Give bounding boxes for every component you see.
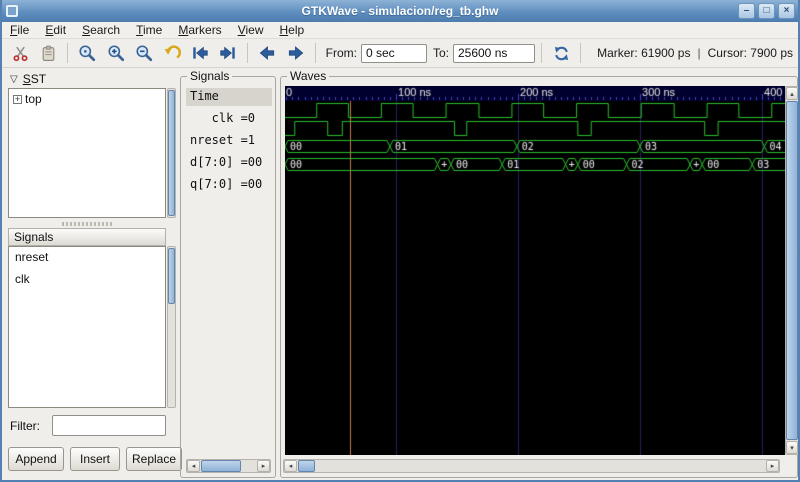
signals-frame-label: Signals [187, 69, 233, 83]
zoom-to-end-icon [220, 46, 235, 60]
paste-icon [42, 45, 55, 61]
signals-horizontal-scrollbar[interactable]: ◂ ▸ [186, 459, 271, 473]
close-button[interactable]: × [778, 3, 795, 19]
menu-help[interactable]: Help [272, 22, 313, 38]
menu-file[interactable]: File [2, 22, 37, 38]
from-label: From: [325, 46, 357, 60]
menu-view[interactable]: View [230, 22, 272, 38]
toolbar-separator [314, 43, 316, 63]
filter-label: Filter: [10, 419, 40, 433]
maximize-button[interactable]: □ [758, 3, 775, 19]
sst-label: SST [22, 72, 47, 86]
marker-status: Marker: 61900 ps [597, 46, 691, 60]
cut-icon [13, 46, 28, 61]
toolbar-separator [580, 43, 582, 63]
scroll-down-icon[interactable]: ▾ [786, 441, 798, 454]
waves-frame-label: Waves [287, 69, 330, 83]
scroll-right-icon[interactable]: ▸ [766, 460, 779, 472]
signals-column-header[interactable]: Signals [8, 228, 166, 246]
append-button[interactable]: Append [8, 447, 64, 471]
reload-button[interactable] [548, 41, 574, 66]
gtkwave-window: GTKWave - simulacion/reg_tb.ghw – □ × Fi… [0, 0, 800, 482]
window-title: GTKWave - simulacion/reg_tb.ghw [301, 4, 499, 18]
signal-item-clk[interactable]: clk [9, 269, 165, 291]
scroll-up-icon[interactable]: ▴ [786, 87, 798, 100]
scroll-left-icon[interactable]: ◂ [284, 460, 297, 472]
toolbar-separator [67, 43, 69, 63]
scrollbar-thumb[interactable] [168, 248, 175, 304]
sst-tree-panel[interactable]: + top [8, 88, 166, 218]
next-edge-icon [288, 46, 303, 60]
zoom-in-icon [108, 45, 124, 62]
waves-vertical-scrollbar[interactable]: ▴ ▾ [785, 86, 798, 455]
zoom-out-icon [136, 45, 152, 62]
toolbar-separator [247, 43, 249, 63]
sst-tree-scrollbar[interactable] [167, 88, 176, 218]
signal-row[interactable]: nreset =1 [186, 132, 272, 150]
sst-signals-scrollbar[interactable] [167, 246, 176, 408]
zoom-in-button[interactable] [102, 41, 128, 66]
tree-item-top[interactable]: + top [13, 92, 42, 106]
signal-row[interactable]: d[7:0] =00 [186, 154, 272, 172]
waves-horizontal-scrollbar[interactable]: ◂ ▸ [283, 459, 780, 473]
to-input[interactable] [452, 43, 535, 63]
marker-cursor-status: Marker: 61900 ps | Cursor: 7900 ps [597, 46, 793, 60]
scrollbar-thumb[interactable] [168, 90, 175, 216]
menu-bar: File Edit Search Time Markers View Help [2, 22, 798, 39]
tree-expand-icon[interactable]: + [13, 94, 22, 104]
filter-input[interactable] [52, 415, 166, 436]
toolbar-separator [540, 43, 542, 63]
menu-time[interactable]: Time [128, 22, 170, 38]
insert-button[interactable]: Insert [70, 447, 120, 471]
signal-item-nreset[interactable]: nreset [9, 247, 165, 269]
sst-expander[interactable]: ▽ SST [10, 72, 46, 86]
minimize-button[interactable]: – [738, 3, 755, 19]
zoom-fit-button[interactable] [74, 41, 100, 66]
zoom-undo-button[interactable] [159, 41, 185, 66]
scrollbar-thumb[interactable] [201, 460, 241, 472]
tree-item-label: top [25, 92, 42, 106]
zoom-to-start-icon [193, 46, 208, 60]
zoom-fit-icon [79, 45, 96, 62]
waveform-canvas[interactable] [285, 86, 785, 455]
reload-icon [554, 46, 568, 60]
signal-row[interactable]: clk =0 [186, 110, 272, 128]
scrollbar-thumb[interactable] [786, 101, 798, 440]
zoom-undo-icon [164, 45, 181, 59]
expander-triangle-icon: ▽ [10, 73, 18, 85]
menu-edit[interactable]: Edit [37, 22, 74, 38]
status-separator: | [697, 46, 701, 60]
cut-traces-button[interactable] [7, 41, 33, 66]
from-input[interactable] [360, 43, 427, 63]
paste-traces-button[interactable] [35, 41, 61, 66]
sst-signals-list[interactable]: nreset clk [8, 246, 166, 408]
zoom-to-end-button[interactable] [215, 41, 241, 66]
zoom-to-start-button[interactable] [187, 41, 213, 66]
title-bar[interactable]: GTKWave - simulacion/reg_tb.ghw – □ × [2, 0, 798, 22]
scroll-left-icon[interactable]: ◂ [187, 460, 200, 472]
replace-button[interactable]: Replace [126, 447, 182, 471]
previous-edge-icon [260, 46, 275, 60]
scrollbar-thumb[interactable] [298, 460, 315, 472]
signal-row[interactable]: q[7:0] =00 [186, 176, 272, 194]
zoom-out-button[interactable] [131, 41, 157, 66]
menu-markers[interactable]: Markers [170, 22, 229, 38]
time-header-cell[interactable]: Time [186, 88, 272, 106]
cursor-status: Cursor: 7900 ps [707, 46, 793, 60]
to-label: To: [432, 46, 449, 60]
toolbar: From: To: Marker: 61900 ps | Cursor: 7900 … [2, 39, 798, 68]
menu-search[interactable]: Search [74, 22, 128, 38]
pane-splitter-handle[interactable] [62, 222, 112, 226]
next-edge-button[interactable] [282, 41, 308, 66]
previous-edge-button[interactable] [254, 41, 280, 66]
scroll-right-icon[interactable]: ▸ [257, 460, 270, 472]
